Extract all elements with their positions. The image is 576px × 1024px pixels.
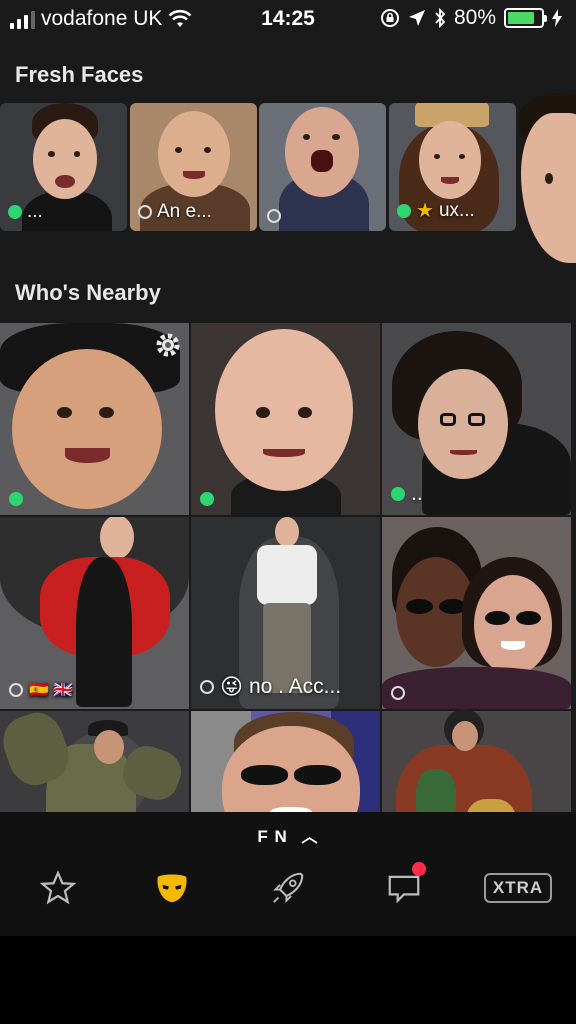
charging-icon bbox=[552, 9, 562, 27]
battery-percent: 80% bbox=[453, 6, 496, 29]
profile-label: .. bbox=[391, 482, 423, 506]
profile-label bbox=[391, 686, 411, 700]
rocket-icon bbox=[273, 872, 304, 903]
online-status-dot bbox=[8, 205, 22, 219]
offline-status-dot bbox=[138, 205, 152, 219]
offline-status-dot bbox=[391, 686, 405, 700]
fresh-face-card[interactable] bbox=[519, 93, 576, 269]
fresh-face-label: ★ ux... bbox=[397, 198, 475, 223]
fresh-tab-label: F N bbox=[257, 827, 288, 846]
profile-card[interactable] bbox=[191, 323, 380, 515]
offline-status-dot bbox=[200, 680, 214, 694]
profile-photo-face bbox=[474, 575, 552, 675]
profile-card[interactable]: .. bbox=[382, 323, 571, 515]
profile-photo-face bbox=[275, 517, 299, 547]
status-bar: vodafone UK 14:25 80% bbox=[0, 0, 576, 40]
profile-name: An e... bbox=[157, 201, 212, 222]
battery-fill bbox=[508, 12, 534, 24]
profile-card[interactable] bbox=[382, 517, 571, 709]
whos-nearby-title: Who's Nearby bbox=[15, 280, 161, 305]
fresh-face-card[interactable] bbox=[259, 103, 386, 231]
profile-label bbox=[9, 492, 29, 506]
settings-gear-icon[interactable] bbox=[154, 331, 182, 359]
flag-emojis: 🇪🇸 🇬🇧 bbox=[29, 682, 74, 699]
fresh-faces-carousel[interactable]: ... An e... ★ ux... bbox=[0, 93, 576, 263]
tab-chats[interactable] bbox=[384, 862, 426, 908]
profile-photo-face bbox=[521, 113, 576, 263]
profile-name: .. bbox=[411, 482, 423, 505]
online-status-dot bbox=[397, 203, 411, 218]
chevron-up-icon: ︿ bbox=[301, 829, 319, 846]
profile-label: 🇪🇸 🇬🇧 bbox=[9, 680, 73, 700]
status-right: 80% bbox=[380, 6, 562, 30]
profile-label bbox=[200, 492, 220, 506]
profile-photo-face bbox=[215, 329, 353, 491]
profile-photo-body bbox=[257, 545, 317, 605]
profile-name: ... bbox=[27, 201, 43, 222]
online-status-dot bbox=[9, 492, 23, 506]
fresh-face-card[interactable]: ... bbox=[0, 103, 127, 231]
profile-photo-face bbox=[12, 349, 162, 509]
online-status-dot bbox=[391, 487, 405, 501]
profile-card[interactable]: 🇪🇸 🇬🇧 bbox=[0, 517, 189, 709]
profile-photo-face bbox=[100, 517, 134, 559]
bluetooth-icon bbox=[435, 8, 446, 28]
profile-photo-outfit bbox=[76, 557, 132, 707]
profile-photo-face bbox=[33, 119, 97, 199]
profile-card[interactable]: 😜 no . Acc... bbox=[191, 517, 380, 709]
fresh-face-label bbox=[267, 209, 286, 223]
offline-status-dot bbox=[9, 683, 23, 697]
fresh-faces-title: Fresh Faces bbox=[15, 62, 144, 87]
profile-card[interactable] bbox=[0, 323, 189, 515]
tab-favorites[interactable] bbox=[38, 868, 78, 908]
profile-name: no . Acc... bbox=[248, 675, 342, 698]
rotation-lock-icon bbox=[380, 9, 399, 27]
xtra-badge: XTRA bbox=[483, 873, 553, 903]
battery-icon bbox=[504, 8, 547, 28]
bottom-blank-area bbox=[0, 936, 576, 1024]
grindr-mask-icon bbox=[157, 874, 187, 903]
app-screen: vodafone UK 14:25 80% Fresh Faces ... An… bbox=[0, 0, 576, 936]
location-icon bbox=[408, 10, 425, 26]
star-icon: ★ bbox=[416, 200, 434, 222]
star-icon bbox=[39, 870, 77, 905]
profile-photo-face bbox=[419, 121, 481, 199]
fresh-tab-toggle[interactable]: F N ︿ bbox=[0, 823, 576, 847]
profile-photo-face bbox=[418, 369, 508, 479]
online-status-dot bbox=[200, 492, 214, 506]
profile-name: ux... bbox=[438, 199, 475, 221]
fresh-face-card[interactable]: ★ ux... bbox=[389, 103, 516, 231]
tab-explore[interactable] bbox=[268, 868, 308, 908]
tab-browse[interactable] bbox=[152, 868, 192, 908]
tab-xtra[interactable]: XTRA bbox=[483, 868, 553, 908]
fresh-face-label: An e... bbox=[138, 201, 212, 223]
fresh-face-label: ... bbox=[8, 201, 43, 223]
notification-badge bbox=[412, 862, 426, 876]
profile-photo-face bbox=[158, 111, 230, 197]
fresh-face-card[interactable]: An e... bbox=[130, 103, 257, 231]
offline-status-dot bbox=[267, 209, 281, 223]
profile-label: 😜 no . Acc... bbox=[200, 674, 341, 700]
profile-photo-face bbox=[285, 107, 359, 197]
emoji-icon: 😜 bbox=[220, 674, 243, 699]
